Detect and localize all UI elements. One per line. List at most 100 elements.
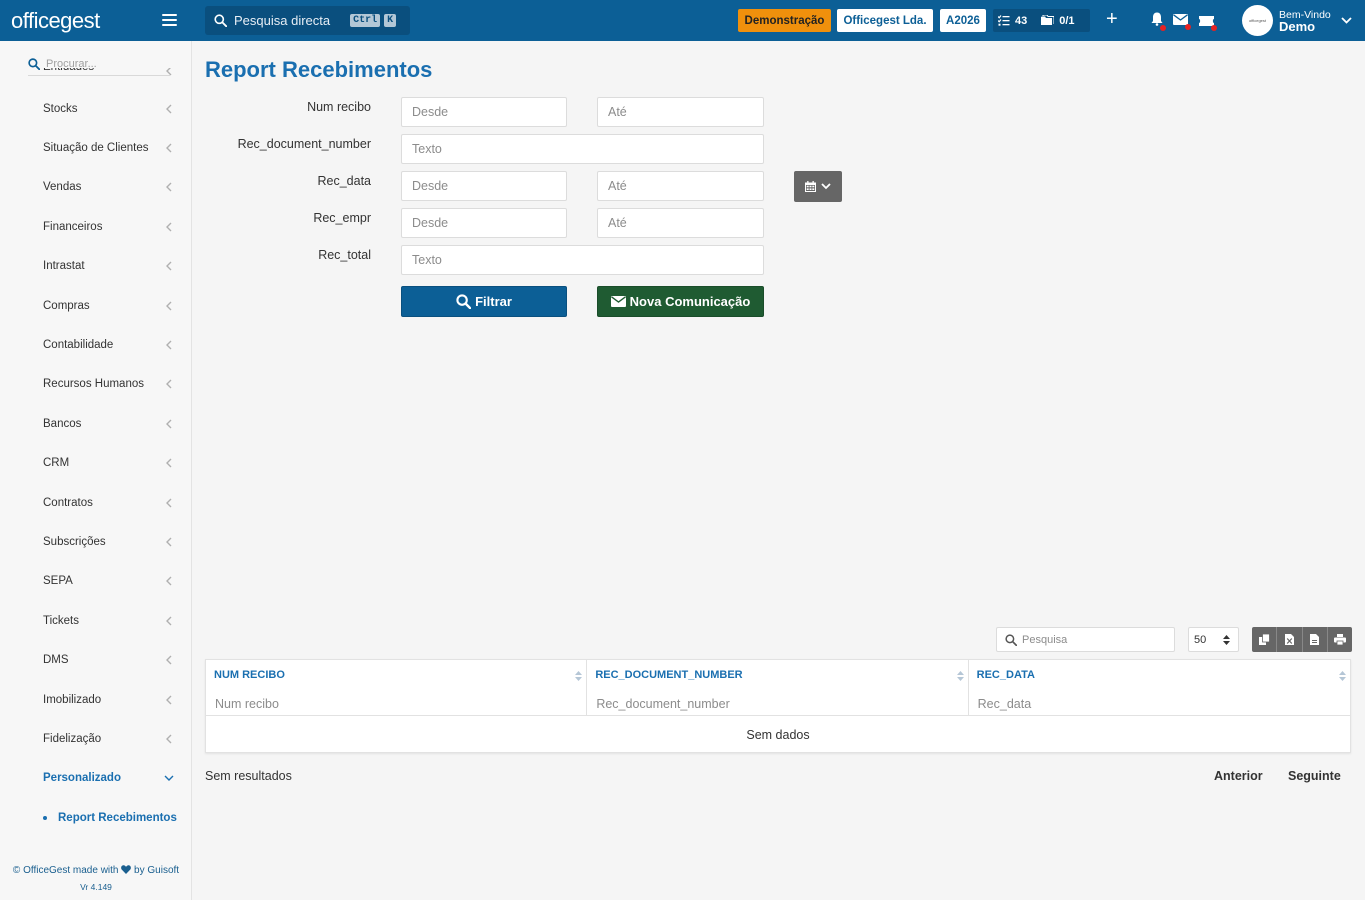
doc-number-input[interactable]	[401, 134, 764, 164]
sidebar-item[interactable]: Personalizado	[0, 759, 191, 798]
add-icon[interactable]: +	[1106, 9, 1118, 29]
sort-icon[interactable]	[575, 671, 583, 681]
sidebar-item-label: Imobilizado	[43, 693, 102, 706]
sidebar-item[interactable]: Tickets	[0, 601, 191, 640]
rec-total-input[interactable]	[401, 245, 764, 275]
filter-button[interactable]: Filtrar	[401, 286, 567, 317]
page-size-value: 50	[1194, 633, 1207, 646]
menu-toggle-icon[interactable]	[162, 14, 177, 26]
sidebar-item-label: Intrastat	[43, 260, 85, 273]
rec-data-from-input[interactable]	[401, 171, 567, 201]
chevron-left-icon	[166, 655, 172, 665]
user-menu[interactable]: officegest Bem-Vindo Demo	[1242, 5, 1352, 36]
chevron-left-icon	[166, 458, 172, 468]
sidebar-item-label: Personalizado	[43, 772, 121, 785]
sidebar-item-label: Situação de Clientes	[43, 142, 149, 155]
column-header-rec-data[interactable]: REC_DATA	[977, 669, 1035, 681]
chevron-left-icon	[166, 379, 172, 389]
footer-credit-suffix: by Guisoft	[134, 865, 180, 876]
sidebar-item-label: Stocks	[43, 102, 78, 115]
num-recibo-from-input[interactable]	[401, 97, 567, 127]
sidebar-item[interactable]: Compras	[0, 286, 191, 325]
table-search-input[interactable]	[1022, 633, 1162, 646]
sidebar-item[interactable]: Situação de Clientes	[0, 128, 191, 167]
sidebar-item[interactable]: Imobilizado	[0, 680, 191, 719]
next-page-button[interactable]: Seguinte	[1288, 769, 1341, 783]
chevron-left-icon	[166, 68, 172, 76]
file-icon	[1310, 634, 1320, 645]
search-icon	[1005, 633, 1017, 646]
results-info: Sem resultados	[205, 769, 292, 783]
demo-badge[interactable]: Demonstração	[738, 9, 831, 32]
sidebar-item[interactable]: Contratos	[0, 483, 191, 522]
page-size-select[interactable]: 50	[1188, 627, 1239, 652]
sidebar-item[interactable]: Recursos Humanos	[0, 365, 191, 404]
chevron-left-icon	[166, 182, 172, 192]
message-dot	[1185, 24, 1191, 30]
pdf-export-button[interactable]	[1302, 627, 1328, 652]
company-selector[interactable]: Officegest Lda.	[837, 9, 933, 32]
kbd-ctrl: Ctrl	[350, 14, 381, 27]
sidebar-item[interactable]: Vendas	[0, 168, 191, 207]
sidebar-item[interactable]: SEPA	[0, 562, 191, 601]
chevron-left-icon	[166, 340, 172, 350]
quick-search[interactable]: Pesquisa directa Ctrl K	[205, 6, 410, 35]
sidebar-item[interactable]: Subscrições	[0, 522, 191, 561]
bullet-icon	[43, 815, 47, 820]
column-filter-rec-document-number[interactable]	[596, 697, 897, 711]
messages-button[interactable]	[1173, 13, 1191, 30]
officegest-logo[interactable]: officegest	[11, 8, 100, 34]
rec-empr-from-input[interactable]	[401, 208, 567, 238]
chevron-left-icon	[166, 222, 172, 232]
column-num-recibo: NUM RECIBO	[206, 660, 588, 715]
notifications-button[interactable]	[1151, 12, 1166, 31]
column-header-rec-document-number[interactable]: REC_DOCUMENT_NUMBER	[595, 669, 742, 681]
new-communication-button[interactable]: Nova Comunicação	[597, 286, 764, 317]
sidebar-item-label: Recursos Humanos	[43, 378, 144, 391]
year-selector[interactable]: A2026	[940, 9, 986, 32]
sidebar-item[interactable]: Intrastat	[0, 247, 191, 286]
folders-counter[interactable]: 0/1	[1041, 14, 1075, 27]
sidebar-item-label: SEPA	[43, 575, 73, 588]
sidebar-item[interactable]: Financeiros	[0, 207, 191, 246]
excel-export-button[interactable]	[1277, 627, 1303, 652]
column-filter-rec-data[interactable]	[977, 697, 1278, 711]
sidebar-item[interactable]: Entidades	[0, 68, 191, 89]
sidebar-item[interactable]: DMS	[0, 640, 191, 679]
column-filter-num-recibo[interactable]	[215, 697, 515, 711]
sidebar-item-label: Vendas	[43, 181, 82, 194]
filter-button-label: Filtrar	[475, 294, 512, 309]
sidebar-item[interactable]: Bancos	[0, 404, 191, 443]
rec-empr-to-input[interactable]	[597, 208, 764, 238]
table-search	[996, 627, 1175, 652]
sidebar-item[interactable]: Contabilidade	[0, 325, 191, 364]
print-button[interactable]	[1327, 627, 1352, 652]
copy-button[interactable]	[1252, 627, 1278, 652]
chevron-left-icon	[166, 261, 172, 271]
tasks-counter[interactable]: 43	[998, 15, 1027, 27]
page-title: Report Recebimentos	[205, 57, 433, 82]
sort-icon[interactable]	[1338, 671, 1346, 681]
date-range-picker-button[interactable]	[794, 171, 842, 202]
sidebar-item-label: Contabilidade	[43, 339, 114, 352]
print-icon	[1333, 634, 1346, 645]
sort-icon[interactable]	[956, 671, 964, 681]
folders-count: 0/1	[1059, 14, 1075, 27]
tickets-button[interactable]	[1199, 14, 1217, 31]
column-header-num-recibo[interactable]: NUM RECIBO	[214, 669, 285, 681]
notification-dot	[1160, 25, 1166, 31]
rec-data-to-input[interactable]	[597, 171, 764, 201]
search-icon	[214, 14, 227, 27]
main-content: Report Recebimentos Num recibo Rec_docum…	[192, 41, 1365, 900]
previous-page-button[interactable]: Anterior	[1214, 769, 1263, 783]
sidebar-item[interactable]: Fidelização	[0, 719, 191, 758]
copy-icon	[1258, 634, 1270, 645]
calendar-icon	[805, 181, 816, 192]
sidebar-item[interactable]: Stocks	[0, 89, 191, 128]
sidebar-subitem-report-recebimentos[interactable]: Report Recebimentos	[0, 798, 191, 837]
excel-file-icon	[1284, 634, 1294, 645]
doc-number-label: Rec_document_number	[237, 137, 371, 151]
num-recibo-to-input[interactable]	[597, 97, 764, 127]
sort-updown-icon	[1223, 635, 1230, 645]
sidebar-item[interactable]: CRM	[0, 444, 191, 483]
